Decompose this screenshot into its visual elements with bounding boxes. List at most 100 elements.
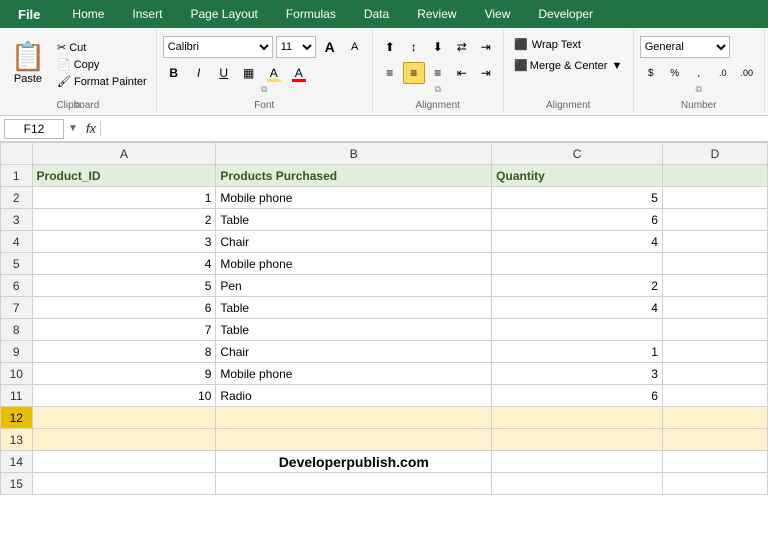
decrease-decimal-button[interactable]: .00	[736, 62, 758, 84]
cell-d[interactable]	[662, 341, 767, 363]
cell-a[interactable]: 7	[32, 319, 216, 341]
cell-a[interactable]: 5	[32, 275, 216, 297]
border-button[interactable]: ▦	[238, 62, 260, 84]
cell-d[interactable]	[662, 319, 767, 341]
row-header[interactable]: 11	[1, 385, 33, 407]
cell-d[interactable]	[662, 165, 767, 187]
copy-button[interactable]: 📄 Copy	[54, 57, 150, 72]
row-header[interactable]: 14	[1, 451, 33, 473]
cell-a[interactable]: Product_ID	[32, 165, 216, 187]
row-header[interactable]: 3	[1, 209, 33, 231]
cell-b[interactable]: Chair	[216, 341, 492, 363]
cell-a[interactable]: 3	[32, 231, 216, 253]
paste-button[interactable]: 📋 Paste	[6, 36, 50, 92]
row-header[interactable]: 15	[1, 473, 33, 495]
cell-d[interactable]	[662, 363, 767, 385]
cell-c[interactable]	[492, 319, 663, 341]
italic-button[interactable]: I	[188, 62, 210, 84]
row-header[interactable]: 9	[1, 341, 33, 363]
row-header[interactable]: 7	[1, 297, 33, 319]
row-header[interactable]: 8	[1, 319, 33, 341]
increase-decimal-button[interactable]: .0	[712, 62, 734, 84]
cell-d[interactable]	[662, 407, 767, 429]
tab-developer[interactable]: Developer	[524, 0, 607, 28]
increase-font-size-button[interactable]: A	[319, 36, 341, 58]
cell-d[interactable]	[662, 231, 767, 253]
cell-a[interactable]: 10	[32, 385, 216, 407]
number-expand-icon[interactable]: ⧉	[694, 84, 704, 95]
tab-review[interactable]: Review	[403, 0, 470, 28]
align-top-button[interactable]: ⬆	[379, 36, 401, 58]
cell-a[interactable]	[32, 451, 216, 473]
font-color-button[interactable]: A	[288, 62, 310, 84]
cell-d[interactable]	[662, 275, 767, 297]
cell-c[interactable]	[492, 473, 663, 495]
currency-button[interactable]: $	[640, 62, 662, 84]
cell-d[interactable]	[662, 297, 767, 319]
cell-d[interactable]	[662, 209, 767, 231]
underline-button[interactable]: U	[213, 62, 235, 84]
align-left-button[interactable]: ≡	[379, 62, 401, 84]
cell-b[interactable]: Developerpublish.com	[216, 451, 492, 473]
decrease-indent-button[interactable]: ⇤	[451, 62, 473, 84]
text-direction-button[interactable]: ⇄	[451, 36, 473, 58]
cell-c[interactable]	[492, 253, 663, 275]
tab-file[interactable]: File	[0, 0, 58, 28]
cell-c[interactable]: 6	[492, 209, 663, 231]
cell-c[interactable]	[492, 429, 663, 451]
format-painter-button[interactable]: 🖌 Format Painter	[54, 74, 150, 89]
row-header[interactable]: 6	[1, 275, 33, 297]
cell-a[interactable]	[32, 407, 216, 429]
fill-color-button[interactable]: A	[263, 62, 285, 84]
tab-home[interactable]: Home	[58, 0, 118, 28]
percent-button[interactable]: %	[664, 62, 686, 84]
font-expand-icon[interactable]: ⧉	[259, 84, 269, 95]
increase-indent-button[interactable]: ⇥	[475, 62, 497, 84]
cell-c[interactable]: 5	[492, 187, 663, 209]
tab-insert[interactable]: Insert	[118, 0, 176, 28]
wrap-text-button[interactable]: ⬛ Wrap Text	[510, 36, 626, 53]
row-header[interactable]: 1	[1, 165, 33, 187]
cell-b[interactable]: Mobile phone	[216, 363, 492, 385]
cell-c[interactable]	[492, 451, 663, 473]
decrease-font-size-button[interactable]: A	[344, 36, 366, 58]
cell-a[interactable]: 9	[32, 363, 216, 385]
cell-a[interactable]: 4	[32, 253, 216, 275]
cell-c[interactable]: 3	[492, 363, 663, 385]
col-header-d[interactable]: D	[662, 143, 767, 165]
cell-c[interactable]: Quantity	[492, 165, 663, 187]
tab-page-layout[interactable]: Page Layout	[176, 0, 271, 28]
formula-input[interactable]	[109, 119, 764, 139]
cell-a[interactable]: 1	[32, 187, 216, 209]
col-header-c[interactable]: C	[492, 143, 663, 165]
tab-data[interactable]: Data	[350, 0, 403, 28]
cell-b[interactable]	[216, 429, 492, 451]
row-header[interactable]: 10	[1, 363, 33, 385]
number-format-select[interactable]: General	[640, 36, 730, 58]
cell-a[interactable]	[32, 429, 216, 451]
cell-c[interactable]: 2	[492, 275, 663, 297]
cell-c[interactable]: 4	[492, 297, 663, 319]
cell-c[interactable]: 4	[492, 231, 663, 253]
cell-b[interactable]: Chair	[216, 231, 492, 253]
row-header[interactable]: 13	[1, 429, 33, 451]
cell-d[interactable]	[662, 385, 767, 407]
cell-d[interactable]	[662, 451, 767, 473]
indent-button[interactable]: ⇥	[475, 36, 497, 58]
align-middle-button[interactable]: ↕	[403, 36, 425, 58]
cell-c[interactable]: 1	[492, 341, 663, 363]
cell-a[interactable]: 8	[32, 341, 216, 363]
cell-b[interactable]: Pen	[216, 275, 492, 297]
cell-b[interactable]: Table	[216, 319, 492, 341]
merge-center-button[interactable]: ⬛ Merge & Center ▼	[510, 57, 626, 74]
merge-dropdown-icon[interactable]: ▼	[611, 60, 622, 72]
comma-button[interactable]: ,	[688, 62, 710, 84]
cell-b[interactable]	[216, 407, 492, 429]
cell-b[interactable]: Mobile phone	[216, 187, 492, 209]
row-header[interactable]: 2	[1, 187, 33, 209]
cut-button[interactable]: ✂ Cut	[54, 40, 150, 55]
cell-d[interactable]	[662, 473, 767, 495]
cell-b[interactable]: Radio	[216, 385, 492, 407]
row-header[interactable]: 5	[1, 253, 33, 275]
cell-b[interactable]	[216, 473, 492, 495]
